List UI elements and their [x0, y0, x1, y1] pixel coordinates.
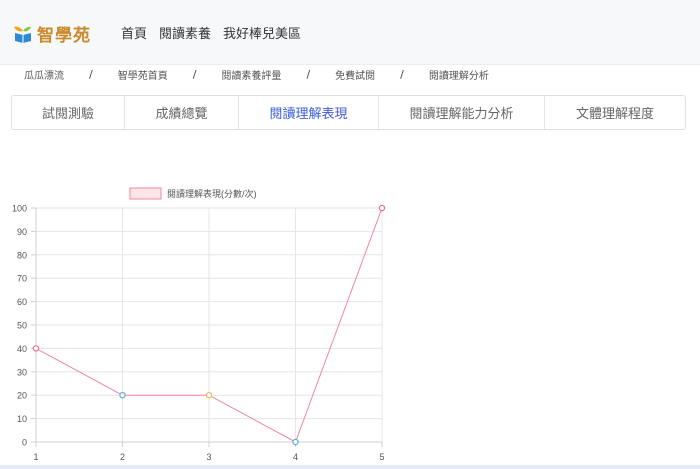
nav-item-reading-literacy[interactable]: 閱讀素養 [159, 23, 211, 42]
y-tick-label: 70 [17, 274, 27, 284]
breadcrumb-current: 閱讀理解分析 [428, 70, 489, 82]
y-tick-label: 40 [17, 344, 27, 354]
logo-text: 智學苑 [37, 25, 91, 46]
bottom-strip [0, 465, 700, 469]
data-point [119, 391, 126, 399]
data-point [378, 204, 386, 212]
nav-item-kids-zone[interactable]: 我好棒兒美區 [223, 23, 301, 42]
y-tick-label: 20 [17, 391, 27, 401]
breadcrumb-separator: / [400, 67, 404, 81]
x-tick-label: 3 [206, 452, 211, 462]
top-navigation-bar: 智學苑 首頁 閱讀素養 我好棒兒美區 [0, 0, 700, 65]
breadcrumb: 瓜瓜漂流 / 智學苑首頁 / 閱讀素養評量 / 免費試閱 / 閱讀理解分析 [24, 66, 489, 82]
y-tick-label: 50 [17, 321, 27, 331]
tab-ability-analysis[interactable]: 閱讀理解能力分析 [379, 96, 545, 129]
tab-score-overview[interactable]: 成績總覽 [125, 96, 239, 129]
data-point [32, 345, 40, 352]
breadcrumb-item[interactable]: 閱讀素養評量 [221, 67, 281, 82]
book-sprout-icon [14, 26, 31, 43]
y-tick-label: 60 [17, 297, 27, 307]
tab-genre-comprehension[interactable]: 文體理解程度 [545, 96, 685, 129]
tab-reading-performance[interactable]: 閱讀理解表現 [239, 96, 379, 129]
data-point [292, 438, 299, 446]
analysis-tabs: 試閱測驗 成績總覽 閱讀理解表現 閱讀理解能力分析 文體理解程度 [11, 95, 686, 130]
legend-swatch [129, 187, 162, 200]
y-tick-label: 30 [17, 367, 27, 377]
breadcrumb-separator: / [89, 67, 93, 81]
breadcrumb-item[interactable]: 智學苑首頁 [118, 67, 168, 82]
x-tick-label: 5 [379, 452, 384, 462]
y-tick-label: 0 [22, 438, 27, 448]
reading-performance-line-chart: 0 10 20 30 40 50 60 70 80 90 100 1 2 3 4 5 閱讀理解表現(分數/次) [12, 187, 386, 462]
breadcrumb-separator: / [306, 67, 311, 81]
y-tick-label: 100 [12, 204, 27, 214]
y-tick-label: 10 [17, 414, 27, 424]
breadcrumb-separator: / [192, 67, 197, 81]
data-point [205, 391, 213, 399]
y-tick-label: 80 [17, 250, 27, 260]
y-tick-label: 90 [17, 227, 27, 237]
tab-trial-test[interactable]: 試閱測驗 [12, 96, 125, 129]
site-logo[interactable]: 智學苑 [12, 20, 91, 46]
breadcrumb-item[interactable]: 免費試閱 [335, 67, 375, 82]
main-nav: 首頁 閱讀素養 我好棒兒美區 [121, 23, 301, 42]
x-tick-label: 1 [33, 452, 38, 462]
legend-label: 閱讀理解表現(分數/次) [167, 188, 257, 199]
x-tick-label: 4 [293, 452, 298, 462]
nav-item-home[interactable]: 首頁 [121, 23, 147, 42]
breadcrumb-item[interactable]: 瓜瓜漂流 [24, 67, 64, 82]
x-tick-label: 2 [120, 452, 125, 462]
